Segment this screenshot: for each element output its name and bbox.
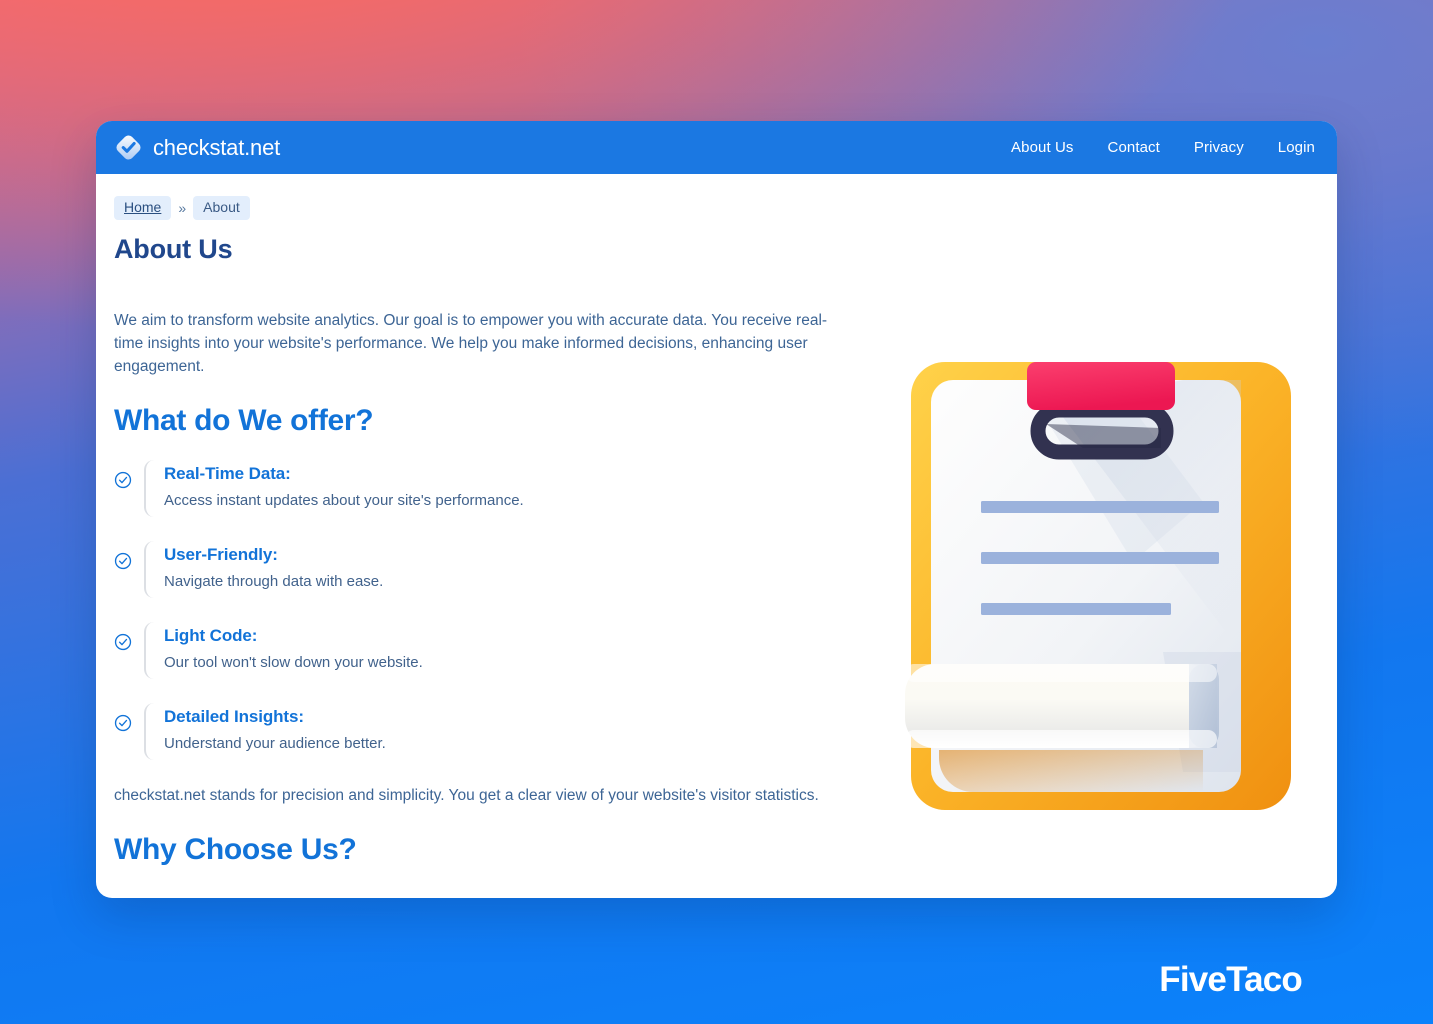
page-content: Home » About About Us We aim to transfor… [96,174,1337,898]
check-diamond-icon [116,135,141,160]
feature-title: Real-Time Data: [164,464,291,484]
feature-body: Real-Time Data: Access instant updates a… [144,460,524,518]
feature-description: Navigate through data with ease. [164,573,384,591]
nav-item-privacy[interactable]: Privacy [1194,139,1244,156]
check-circle-icon [114,472,132,489]
page-card: checkstat.net About Us Contact Privacy L… [96,121,1337,898]
intro-paragraph: We aim to transform website analytics. O… [114,312,828,376]
feature-description: Understand your audience better. [164,735,386,753]
feature-description: Our tool won't slow down your website. [164,654,423,672]
paper-line [981,603,1171,615]
feature-body: Detailed Insights: Understand your audie… [144,703,386,761]
feature-title: Detailed Insights: [164,707,304,727]
fivetaco-watermark: FiveTaco [1159,960,1303,999]
main-nav: About Us Contact Privacy Login [1011,139,1317,156]
breadcrumb: Home » About [114,196,1319,221]
clipboard-document-icon [905,362,1291,810]
feature-title: Light Code: [164,626,258,646]
breadcrumb-home-link[interactable]: Home [114,196,172,221]
paper-line [981,501,1219,513]
site-header: checkstat.net About Us Contact Privacy L… [96,121,1337,174]
feature-title: User-Friendly: [164,545,278,565]
check-circle-icon [114,553,132,570]
closing-paragraph: checkstat.net stands for precision and s… [114,787,819,805]
why-choose-us-heading: Why Choose Us? [114,833,357,867]
feature-body: User-Friendly: Navigate through data wit… [144,541,384,599]
check-circle-icon [114,634,132,651]
nav-item-login[interactable]: Login [1278,139,1315,156]
breadcrumb-separator: » [178,200,187,217]
nav-item-about-us[interactable]: About Us [1011,139,1074,156]
page-title: About Us [114,234,233,265]
check-circle-icon [114,715,132,732]
feature-description: Access instant updates about your site's… [164,492,524,510]
brand-logo-link[interactable]: checkstat.net [114,133,280,162]
nav-item-contact[interactable]: Contact [1108,139,1160,156]
brand-name: checkstat.net [153,134,281,160]
breadcrumb-current: About [193,196,250,221]
paper-line [981,552,1219,564]
feature-body: Light Code: Our tool won't slow down you… [144,622,423,680]
